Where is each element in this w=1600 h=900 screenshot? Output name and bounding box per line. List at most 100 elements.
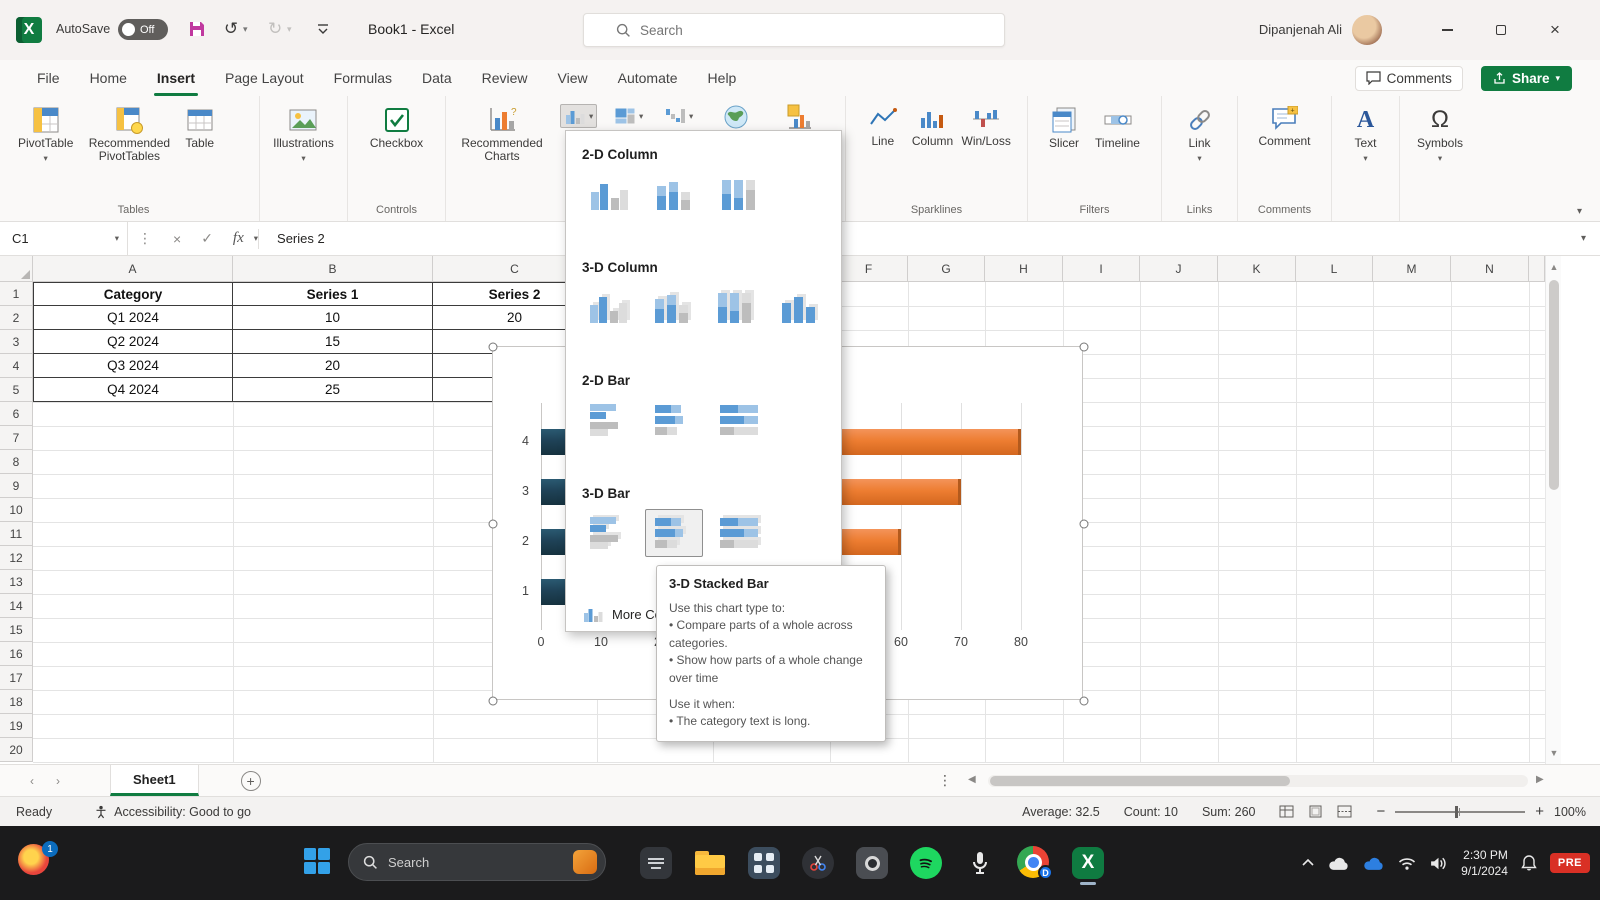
confirm-entry-icon[interactable]: ✓ [201, 230, 213, 247]
widgets-icon[interactable]: 1 [18, 844, 52, 878]
pivotchart-button[interactable] [782, 100, 818, 134]
chart-type-stacked-bar[interactable] [645, 396, 703, 444]
start-button[interactable] [302, 846, 332, 876]
excel-logo-icon[interactable]: X [16, 17, 42, 43]
accessibility-status[interactable]: Accessibility: Good to go [94, 805, 251, 819]
taskbar-search[interactable]: Search [348, 843, 606, 881]
onedrive-icon[interactable] [1363, 856, 1385, 871]
taskbar-chrome-icon[interactable]: D [1014, 842, 1054, 884]
tab-view[interactable]: View [543, 60, 603, 96]
formula-content[interactable]: Series 2 [277, 231, 325, 246]
slicer-button[interactable]: Slicer [1045, 104, 1083, 152]
table-cell[interactable]: 20 [233, 354, 433, 378]
taskbar-clock[interactable]: 2:30 PM 9/1/2024 [1461, 847, 1508, 879]
undo-button[interactable]: ↺ ▾ [224, 19, 248, 39]
row-header-8[interactable]: 8 [0, 450, 33, 474]
table-cell[interactable]: Q1 2024 [33, 306, 233, 330]
taskbar-voice-recorder-icon[interactable] [960, 842, 1000, 884]
table-cell[interactable]: 15 [233, 330, 433, 354]
chart-type-3d-column[interactable] [771, 283, 828, 331]
maps-button[interactable] [718, 100, 754, 134]
link-button[interactable]: Link▾ [1182, 104, 1218, 166]
tab-review[interactable]: Review [467, 60, 543, 96]
redo-button[interactable]: ↻ ▾ [268, 19, 292, 39]
search-box[interactable] [583, 13, 1005, 47]
column-header-G[interactable]: G [908, 256, 985, 282]
customize-toolbar-icon[interactable] [316, 22, 330, 36]
maximize-button[interactable] [1478, 0, 1524, 60]
zoom-in-button[interactable]: + [1535, 803, 1544, 820]
tab-bar-menu-dots[interactable]: ⋮ [938, 772, 953, 789]
column-header-partial[interactable] [1529, 256, 1545, 282]
taskbar-snipping-tool-icon[interactable] [798, 842, 838, 884]
comments-button[interactable]: Comments [1355, 66, 1463, 91]
chart-selection-handle[interactable] [1080, 697, 1089, 706]
table-cell[interactable]: Q4 2024 [33, 378, 233, 402]
row-header-6[interactable]: 6 [0, 402, 33, 426]
zoom-slider[interactable] [1395, 811, 1525, 813]
row-header-10[interactable]: 10 [0, 498, 33, 522]
chart-type-clustered-column[interactable] [580, 170, 638, 218]
chart-type-3d-clustered-column[interactable] [580, 283, 637, 331]
row-header-13[interactable]: 13 [0, 570, 33, 594]
pre-recording-badge[interactable]: PRE [1550, 853, 1590, 873]
save-icon[interactable] [188, 20, 206, 38]
taskbar-file-explorer-icon[interactable] [690, 842, 730, 884]
recommended-pivottables-button[interactable]: Recommended PivotTables [81, 104, 177, 165]
table-cell[interactable]: Q3 2024 [33, 354, 233, 378]
zoom-slider-thumb[interactable] [1455, 806, 1458, 818]
page-layout-view-icon[interactable] [1308, 805, 1323, 818]
share-button[interactable]: Share ▾ [1481, 66, 1572, 91]
table-cell[interactable]: 25 [233, 378, 433, 402]
cloud-icon[interactable] [1328, 856, 1350, 871]
text-button[interactable]: A Text▾ [1350, 104, 1380, 166]
tray-chevron-icon[interactable] [1301, 857, 1315, 869]
chart-selection-handle[interactable] [1080, 520, 1089, 529]
timeline-button[interactable]: Timeline [1091, 104, 1144, 152]
row-header-18[interactable]: 18 [0, 690, 33, 714]
taskbar-spotify-icon[interactable] [906, 842, 946, 884]
page-break-view-icon[interactable] [1337, 805, 1352, 818]
column-header-H[interactable]: H [985, 256, 1063, 282]
scroll-right-arrow[interactable]: ▶ [1536, 774, 1544, 785]
table-cell[interactable]: 10 [233, 306, 433, 330]
row-header-11[interactable]: 11 [0, 522, 33, 546]
column-header-L[interactable]: L [1296, 256, 1373, 282]
normal-view-icon[interactable] [1279, 805, 1294, 818]
column-header-J[interactable]: J [1140, 256, 1218, 282]
zoom-out-button[interactable]: − [1376, 803, 1385, 820]
name-box[interactable]: C1▾ [0, 222, 128, 255]
pivottable-button[interactable]: PivotTable▾ [14, 104, 77, 166]
close-button[interactable]: × [1532, 0, 1578, 60]
column-header-I[interactable]: I [1063, 256, 1140, 282]
row-header-16[interactable]: 16 [0, 642, 33, 666]
recommended-charts-button[interactable]: ? Recommended Charts [454, 104, 550, 165]
vertical-scrollbar[interactable]: ▲ ▼ [1545, 256, 1561, 764]
chart-selection-handle[interactable] [489, 520, 498, 529]
select-all-corner[interactable] [0, 256, 33, 282]
vertical-scroll-thumb[interactable] [1549, 280, 1559, 490]
column-sparkline-button[interactable]: Column [908, 104, 957, 150]
tab-home[interactable]: Home [75, 60, 142, 96]
horizontal-scrollbar[interactable] [988, 775, 1528, 787]
row-header-2[interactable]: 2 [0, 306, 33, 330]
insert-hierarchy-chart-button[interactable]: ▾ [610, 104, 647, 128]
insert-waterfall-chart-button[interactable]: ▾ [660, 104, 697, 128]
taskbar-calculator-icon[interactable] [744, 842, 784, 884]
row-header-17[interactable]: 17 [0, 666, 33, 690]
tab-automate[interactable]: Automate [603, 60, 693, 96]
search-input[interactable] [618, 23, 918, 38]
wifi-icon[interactable] [1398, 856, 1416, 871]
scroll-down-arrow[interactable]: ▼ [1546, 744, 1562, 762]
checkbox-button[interactable]: Checkbox [366, 104, 427, 152]
tab-insert[interactable]: Insert [142, 60, 210, 96]
chart-selection-handle[interactable] [1080, 343, 1089, 352]
cancel-entry-icon[interactable]: × [173, 231, 181, 247]
add-sheet-button[interactable]: + [241, 771, 261, 791]
minimize-button[interactable] [1424, 0, 1470, 60]
taskbar-notepad-icon[interactable] [636, 842, 676, 884]
scroll-left-arrow[interactable]: ◀ [968, 774, 976, 785]
row-header-1[interactable]: 1 [0, 282, 33, 306]
autosave-toggle[interactable]: Off [118, 19, 168, 40]
row-header-4[interactable]: 4 [0, 354, 33, 378]
